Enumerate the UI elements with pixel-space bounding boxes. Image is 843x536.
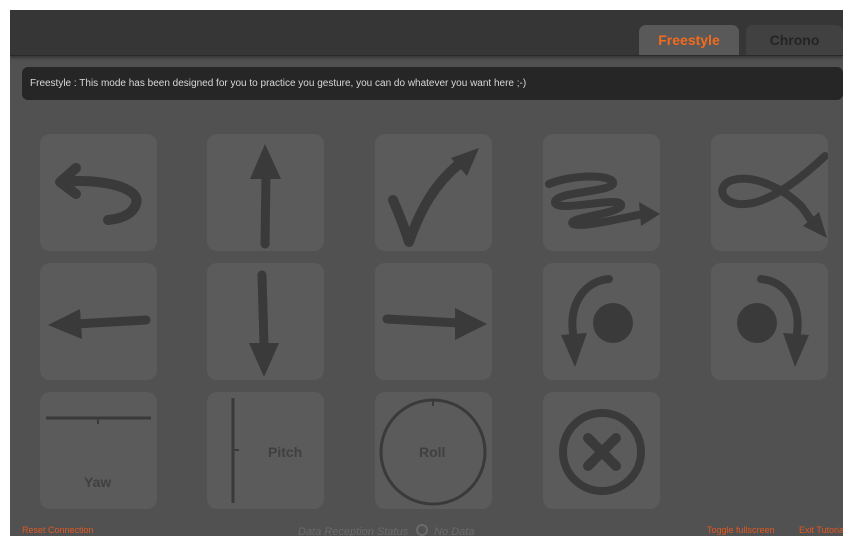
gesture-tile-cancel[interactable] (543, 392, 660, 509)
gesture-tile-check[interactable] (375, 134, 492, 251)
arrow-right-icon (382, 308, 487, 340)
pitch-icon (231, 398, 239, 503)
checkmark-icon (388, 148, 479, 247)
data-reception-status: Data Reception Status No Data (298, 524, 474, 536)
toggle-fullscreen-link[interactable]: Toggle fullscreen (707, 525, 775, 535)
gesture-tile-left[interactable] (40, 263, 157, 380)
roll-label: Roll (419, 444, 446, 460)
status-ring-icon (416, 524, 429, 536)
gesture-tile-yaw[interactable]: Yaw (40, 392, 157, 509)
loop-arrow-icon (718, 152, 828, 238)
arrow-down-icon (249, 270, 279, 377)
gesture-tile-rotate-ccw[interactable] (543, 263, 660, 380)
gesture-tile-right[interactable] (375, 263, 492, 380)
footer-bar: Reset Connection Data Reception Status No… (10, 523, 843, 536)
gesture-tile-roll[interactable]: Roll (375, 392, 492, 509)
app-window: Freestyle Chrono Freestyle : This mode h… (10, 10, 843, 536)
gesture-tile-rotate-cw[interactable] (711, 263, 828, 380)
gesture-tile-undo[interactable] (40, 134, 157, 251)
exit-tutorial-link[interactable]: Exit Tutorial (799, 525, 843, 535)
scribble-arrow-icon (545, 172, 660, 229)
yaw-label: Yaw (84, 474, 112, 490)
pitch-label: Pitch (268, 444, 303, 460)
gesture-tile-scribble[interactable] (543, 134, 660, 251)
status-value: No Data (434, 526, 475, 536)
arrow-left-icon (48, 309, 151, 339)
arrow-up-icon (250, 144, 281, 249)
cancel-icon (559, 409, 645, 495)
rotate-counterclockwise-icon (561, 275, 633, 367)
gesture-grid: Yaw Pitch Roll (10, 10, 843, 536)
gesture-tile-pitch[interactable]: Pitch (207, 392, 324, 509)
reset-connection-link[interactable]: Reset Connection (22, 525, 94, 535)
status-label: Data Reception Status (298, 526, 409, 536)
gesture-tile-loop[interactable] (711, 134, 828, 251)
undo-arrow-icon (55, 163, 142, 225)
yaw-icon (46, 416, 151, 424)
gesture-tile-up[interactable] (207, 134, 324, 251)
rotate-clockwise-icon (737, 275, 809, 367)
gesture-tile-down[interactable] (207, 263, 324, 380)
